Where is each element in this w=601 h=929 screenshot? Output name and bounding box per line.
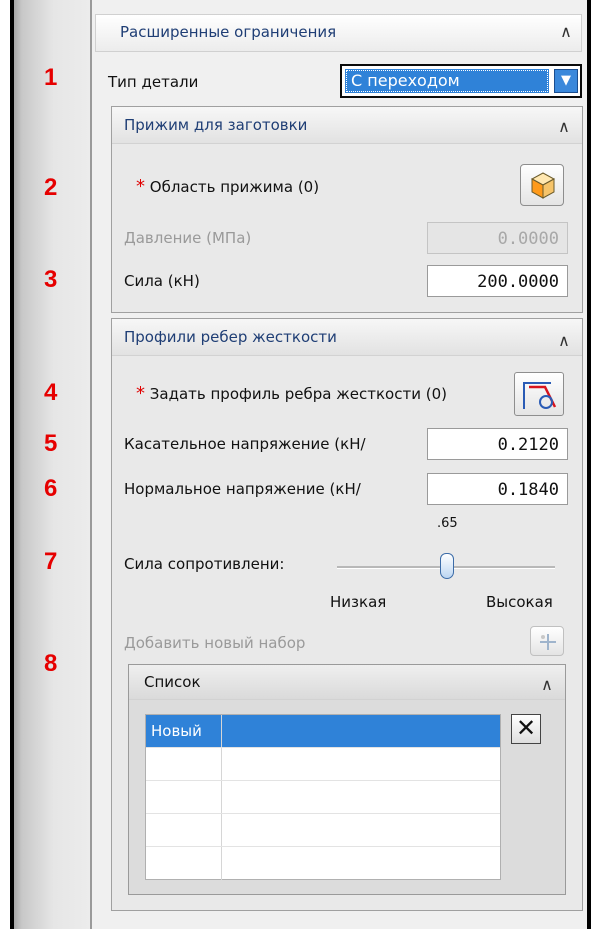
dropdown-arrow-icon[interactable]: ▼ [554, 69, 578, 93]
resistance-low-label: Низкая [330, 593, 387, 611]
list-title: Список [144, 673, 201, 691]
resistance-slider-thumb[interactable] [440, 553, 454, 579]
list-table: Новый [145, 714, 501, 880]
list-row[interactable] [146, 847, 500, 880]
list-row[interactable] [146, 814, 500, 847]
list-cell [146, 847, 222, 880]
list-cell [146, 748, 222, 780]
resistance-label: Сила сопротивлени: [124, 555, 285, 573]
list-row[interactable] [146, 781, 500, 814]
collapse-blank-clamp-icon[interactable]: ∧ [553, 116, 575, 138]
normal-stress-field[interactable]: 0.1840 [427, 473, 568, 505]
advanced-constraints-title: Расширенные ограничения [120, 23, 337, 41]
part-type-label: Тип детали [108, 73, 199, 91]
force-label: Сила (кН) [124, 272, 200, 290]
tangential-stress-field[interactable]: 0.2120 [427, 428, 568, 460]
list-cell [146, 781, 222, 813]
annotation-1: 1 [44, 64, 58, 91]
blank-clamp-title: Прижим для заготовки [124, 116, 308, 134]
clamp-area-text: Область прижима (0) [149, 178, 320, 196]
normal-stress-label: Нормальное напряжение (кН/ [124, 480, 361, 498]
list-cell: Новый [146, 715, 222, 747]
delete-row-button[interactable]: ✕ [511, 714, 541, 744]
pressure-label: Давление (МПа) [124, 229, 252, 247]
list-cell [146, 814, 222, 846]
force-field[interactable]: 200.0000 [427, 265, 568, 297]
define-rib-profile-button[interactable] [514, 372, 564, 416]
rib-profiles-title: Профили ребер жесткости [124, 328, 337, 346]
add-new-set-button[interactable] [530, 626, 564, 656]
required-asterisk-icon: * [136, 383, 145, 404]
rib-profile-label: * Задать профиль ребра жесткости (0) [136, 383, 447, 404]
annotation-5: 5 [44, 430, 58, 457]
annotation-3: 3 [44, 266, 58, 293]
panel-separator [90, 0, 92, 929]
list-row[interactable] [146, 748, 500, 781]
annotation-8: 8 [44, 650, 58, 677]
annotation-4: 4 [44, 379, 58, 406]
part-type-value: С переходом [345, 69, 549, 93]
required-asterisk-icon: * [136, 176, 145, 197]
pressure-field: 0.0000 [427, 222, 568, 254]
collapse-advanced-icon[interactable]: ∧ [555, 21, 577, 43]
clamp-area-label: * Область прижима (0) [136, 176, 319, 197]
select-clamp-area-button[interactable] [520, 164, 564, 206]
left-gutter [14, 0, 90, 929]
collapse-rib-profiles-icon[interactable]: ∧ [553, 330, 575, 352]
annotation-7: 7 [44, 548, 58, 575]
list-row[interactable]: Новый [146, 715, 500, 748]
cube-icon [530, 172, 556, 199]
collapse-list-icon[interactable]: ∧ [536, 674, 558, 696]
annotation-6: 6 [44, 475, 58, 502]
rib-profile-icon [523, 382, 557, 409]
part-type-select[interactable]: С переходом ▼ [340, 64, 582, 98]
annotation-2: 2 [44, 174, 58, 201]
add-set-icon [540, 634, 556, 650]
add-new-set-label: Добавить новый набор [124, 634, 306, 652]
resistance-value: .65 [437, 516, 458, 531]
rib-profile-text: Задать профиль ребра жесткости (0) [149, 385, 447, 403]
tangential-stress-label: Касательное напряжение (кН/ [124, 435, 366, 453]
resistance-high-label: Высокая [486, 593, 553, 611]
close-icon: ✕ [515, 714, 537, 742]
